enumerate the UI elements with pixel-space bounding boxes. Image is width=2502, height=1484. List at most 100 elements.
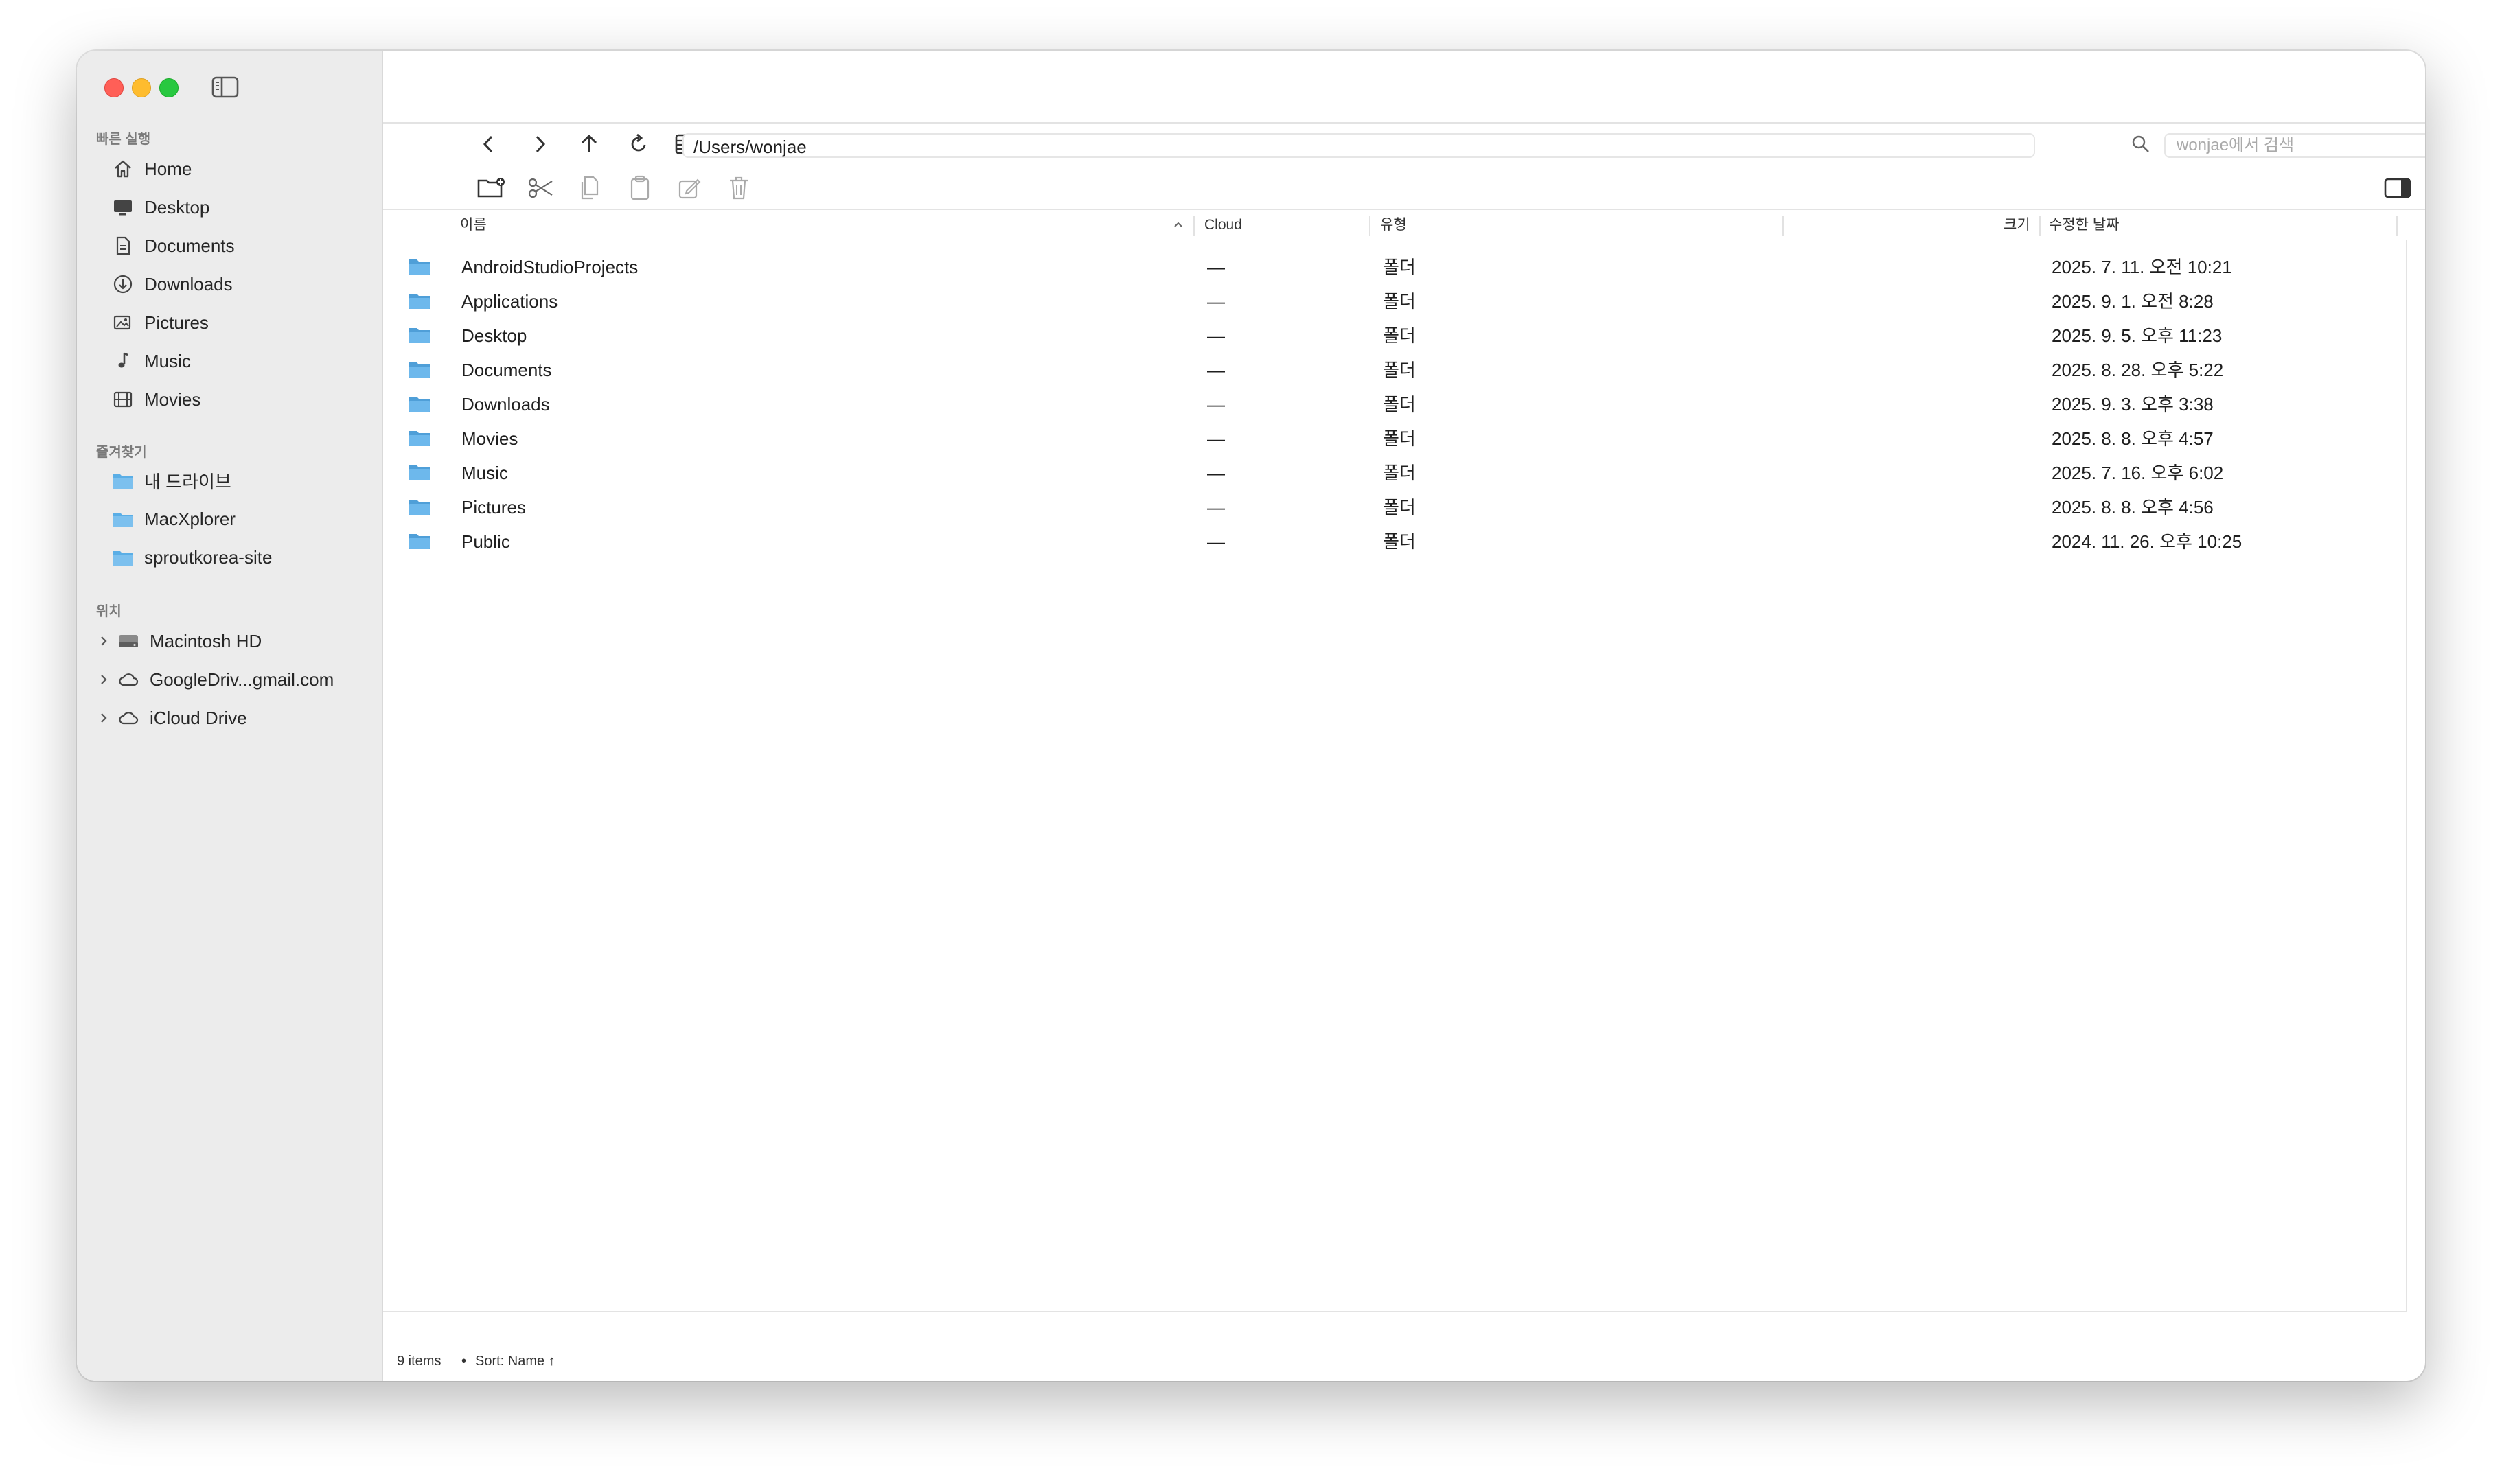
favorites-title: 즐겨찾기 xyxy=(96,445,147,460)
zoom-window-button[interactable] xyxy=(159,78,179,97)
cloud-status: — xyxy=(1207,394,1225,415)
table-row[interactable]: AndroidStudioProjects — 폴더 2025. 7. 11. … xyxy=(383,250,2402,284)
back-icon[interactable] xyxy=(475,130,503,158)
sidebar-item-macintosh-hd[interactable]: Macintosh HD xyxy=(96,625,368,658)
close-window-button[interactable] xyxy=(104,78,124,97)
column-type[interactable]: 유형 xyxy=(1380,210,1407,240)
sidebar-item-home[interactable]: Home xyxy=(96,152,368,185)
modified-date: 2025. 8. 8. 오후 4:57 xyxy=(2052,428,2214,449)
file-name: Music xyxy=(461,463,508,483)
file-type: 폴더 xyxy=(1383,463,1416,483)
column-modified[interactable]: 수정한 날짜 xyxy=(2049,210,2119,240)
table-row[interactable]: Documents — 폴더 2025. 8. 28. 오후 5:22 xyxy=(383,353,2402,387)
sidebar-item-label: MacXplorer xyxy=(144,508,236,529)
sidebar-toggle-icon[interactable] xyxy=(211,76,239,99)
trash-icon[interactable] xyxy=(724,173,754,203)
sidebar-item-google-drive[interactable]: GoogleDriv...gmail.com xyxy=(96,663,368,696)
column-divider[interactable] xyxy=(2396,216,2398,236)
inspector-toggle-icon[interactable] xyxy=(2383,173,2413,203)
column-divider[interactable] xyxy=(1369,216,1370,236)
column-divider[interactable] xyxy=(1193,216,1195,236)
toolbar xyxy=(383,167,2425,210)
modified-date: 2025. 8. 28. 오후 5:22 xyxy=(2052,360,2224,380)
forward-icon[interactable] xyxy=(526,130,553,158)
table-row[interactable]: Downloads — 폴더 2025. 9. 3. 오후 3:38 xyxy=(383,387,2402,421)
column-size[interactable]: 크기 xyxy=(2004,210,2030,240)
file-name: Public xyxy=(461,531,510,552)
sidebar-item-label: iCloud Drive xyxy=(150,707,247,728)
sidebar-item-music[interactable]: Music xyxy=(96,345,368,378)
cloud-icon xyxy=(117,706,140,730)
cut-icon[interactable] xyxy=(526,173,556,203)
column-name[interactable]: 이름 xyxy=(460,210,487,240)
sidebar-item-pictures[interactable]: Pictures xyxy=(96,306,368,339)
minimize-window-button[interactable] xyxy=(132,78,151,97)
file-name: Desktop xyxy=(461,325,527,346)
sidebar-item-label: GoogleDriv...gmail.com xyxy=(150,669,334,690)
table-row[interactable]: Applications — 폴더 2025. 9. 1. 오전 8:28 xyxy=(383,284,2402,318)
modified-date: 2025. 9. 5. 오후 11:23 xyxy=(2052,325,2223,346)
folder-icon xyxy=(408,428,431,449)
sidebar-item-desktop[interactable]: Desktop xyxy=(96,191,368,224)
modified-date: 2024. 11. 26. 오후 10:25 xyxy=(2052,531,2242,552)
hard-drive-icon xyxy=(117,629,140,653)
file-type: 폴더 xyxy=(1383,291,1416,312)
file-type: 폴더 xyxy=(1383,394,1416,415)
folder-icon xyxy=(408,325,431,346)
download-icon xyxy=(111,273,135,296)
cloud-status: — xyxy=(1207,531,1225,552)
sidebar-item-movies[interactable]: Movies xyxy=(96,383,368,416)
chevron-right-icon[interactable] xyxy=(99,712,113,724)
sidebar-item-sproutkorea-site[interactable]: sproutkorea-site xyxy=(96,541,368,574)
column-divider[interactable] xyxy=(2039,216,2041,236)
copy-icon[interactable] xyxy=(575,173,606,203)
item-count: 9 items xyxy=(397,1354,441,1369)
sidebar-item-documents[interactable]: Documents xyxy=(96,229,368,262)
folder-icon xyxy=(111,469,135,492)
sidebar-item-label: Home xyxy=(144,158,192,179)
sidebar-item-macxplorer[interactable]: MacXplorer xyxy=(96,502,368,535)
sidebar-item-label: Macintosh HD xyxy=(150,630,262,651)
refresh-icon[interactable] xyxy=(625,130,652,158)
file-name: Applications xyxy=(461,291,558,312)
rename-icon[interactable] xyxy=(674,173,704,203)
search-input[interactable] xyxy=(2164,133,2425,158)
file-type: 폴더 xyxy=(1383,497,1416,518)
sidebar-item-label: Downloads xyxy=(144,273,233,294)
file-name: Movies xyxy=(461,428,518,449)
column-cloud[interactable]: Cloud xyxy=(1204,210,1242,240)
folder-icon xyxy=(408,291,431,312)
chevron-right-icon[interactable] xyxy=(99,635,113,647)
table-row[interactable]: Movies — 폴더 2025. 8. 8. 오후 4:57 xyxy=(383,421,2402,456)
cloud-icon xyxy=(117,668,140,691)
table-row[interactable]: Desktop — 폴더 2025. 9. 5. 오후 11:23 xyxy=(383,318,2402,353)
sidebar-item-downloads[interactable]: Downloads xyxy=(96,268,368,301)
paste-icon[interactable] xyxy=(625,173,655,203)
sidebar-item-label: Documents xyxy=(144,235,235,256)
app-window: 빠른 실행 Home Desktop Documents Downloads P… xyxy=(77,51,2425,1381)
table-row[interactable]: Pictures — 폴더 2025. 8. 8. 오후 4:56 xyxy=(383,490,2402,524)
table-row[interactable]: Public — 폴더 2024. 11. 26. 오후 10:25 xyxy=(383,524,2402,559)
chevron-right-icon[interactable] xyxy=(99,673,113,686)
column-divider[interactable] xyxy=(1782,216,1784,236)
modified-date: 2025. 8. 8. 오후 4:56 xyxy=(2052,497,2214,518)
up-arrow-icon[interactable] xyxy=(575,130,603,158)
table-row[interactable]: Music — 폴더 2025. 7. 16. 오후 6:02 xyxy=(383,456,2402,490)
cloud-status: — xyxy=(1207,325,1225,346)
file-table: AndroidStudioProjects — 폴더 2025. 7. 11. … xyxy=(383,240,2407,1312)
sidebar-item-label: Desktop xyxy=(144,196,210,218)
cloud-status: — xyxy=(1207,497,1225,518)
modified-date: 2025. 7. 11. 오전 10:21 xyxy=(2052,257,2232,277)
title-bar xyxy=(383,51,2425,124)
file-type: 폴더 xyxy=(1383,360,1416,380)
cloud-status: — xyxy=(1207,428,1225,449)
sidebar-item-my-drive[interactable]: 내 드라이브 xyxy=(96,464,368,497)
cloud-status: — xyxy=(1207,463,1225,483)
modified-date: 2025. 9. 1. 오전 8:28 xyxy=(2052,291,2214,312)
path-field[interactable]: /Users/wonjae xyxy=(682,133,2035,158)
sort-ascending-icon[interactable] xyxy=(1173,209,1184,240)
file-name: AndroidStudioProjects xyxy=(461,257,639,277)
new-folder-icon[interactable] xyxy=(477,173,507,203)
folder-icon xyxy=(408,463,431,483)
sidebar-item-icloud-drive[interactable]: iCloud Drive xyxy=(96,702,368,734)
